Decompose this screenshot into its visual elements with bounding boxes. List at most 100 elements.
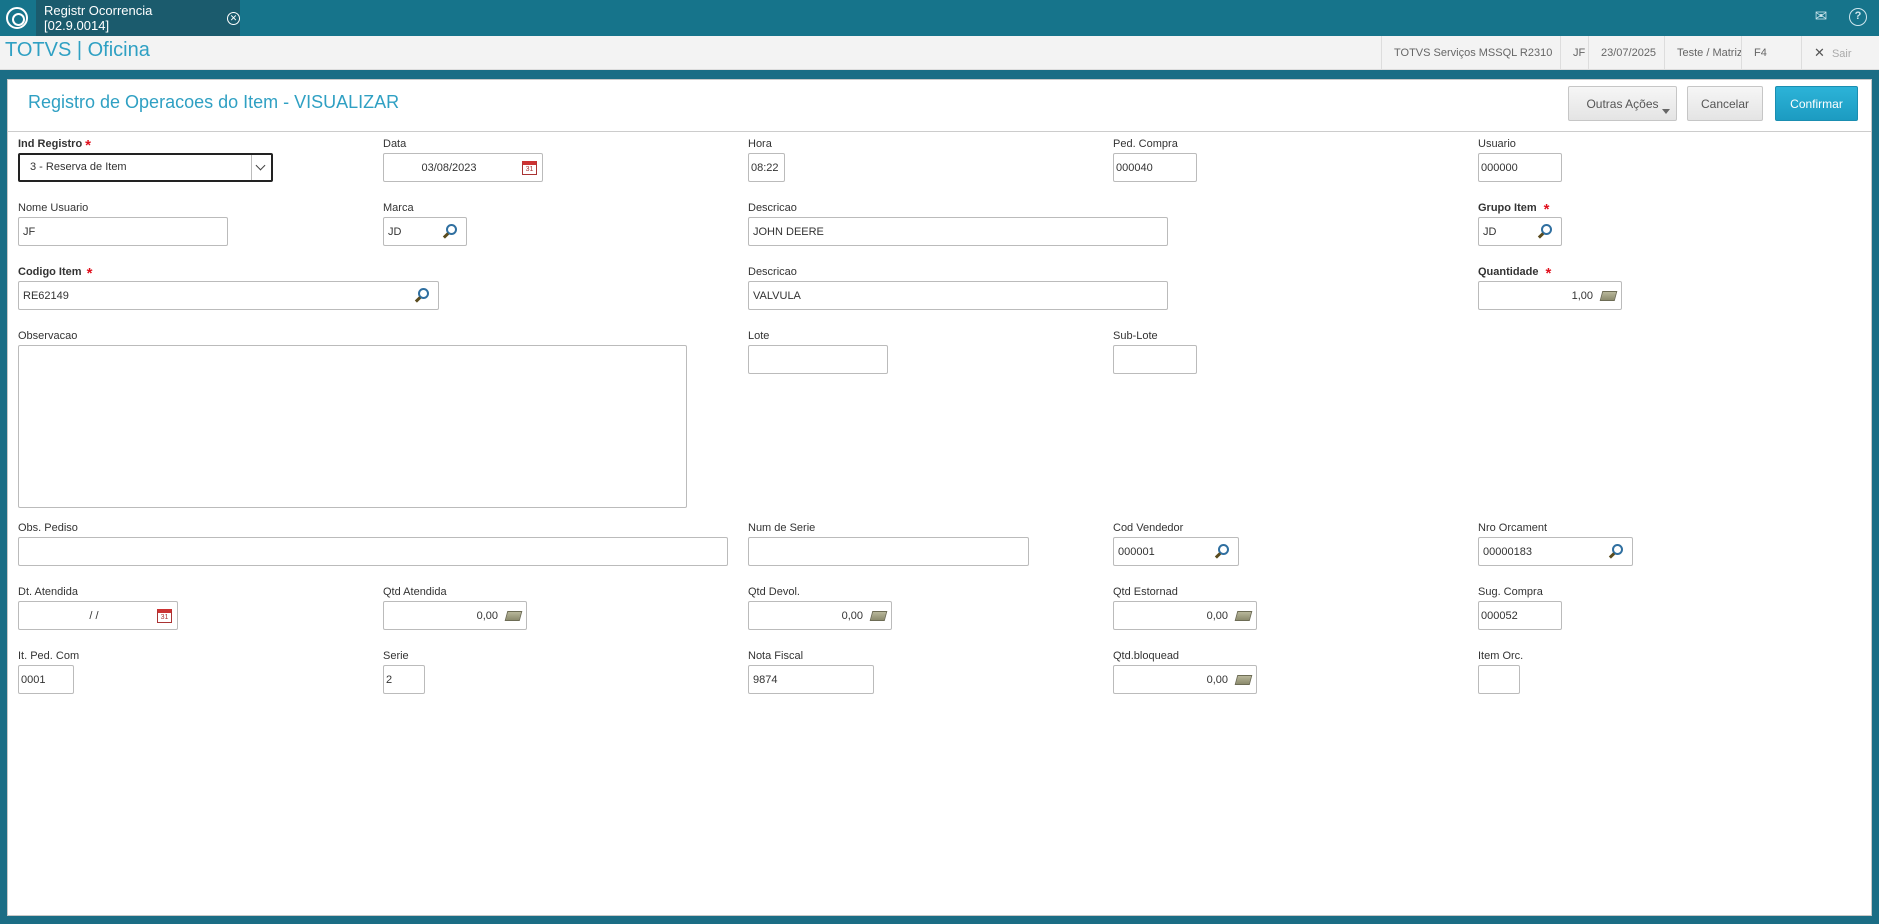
- nome-usuario-field[interactable]: JF: [18, 217, 228, 246]
- quantidade-label: Quantidade *: [1478, 265, 1552, 282]
- descricao-item-value: VALVULA: [753, 290, 801, 302]
- calculator-icon[interactable]: [504, 611, 523, 621]
- confirm-label: Confirmar: [1790, 96, 1843, 111]
- descricao-marca-value: JOHN DEERE: [753, 226, 824, 238]
- usuario-field[interactable]: 000000: [1478, 153, 1562, 182]
- cancel-button[interactable]: Cancelar: [1687, 86, 1763, 121]
- serie-field[interactable]: 2: [383, 665, 425, 694]
- hora-value: 08:22: [751, 162, 779, 174]
- confirm-button[interactable]: Confirmar: [1775, 86, 1858, 121]
- num-serie-field[interactable]: [748, 537, 1029, 566]
- qtd-devol-label: Qtd Devol.: [748, 586, 800, 598]
- chevron-down-icon: [1662, 109, 1670, 114]
- hora-field[interactable]: 08:22: [748, 153, 785, 182]
- sug-compra-label: Sug. Compra: [1478, 586, 1543, 598]
- cod-vendedor-field[interactable]: 000001: [1113, 537, 1239, 566]
- ped-compra-field[interactable]: 000040: [1113, 153, 1197, 182]
- observacao-label: Observacao: [18, 330, 78, 342]
- qtd-estornad-label: Qtd Estornad: [1113, 586, 1178, 598]
- ped-compra-value: 000040: [1116, 162, 1153, 174]
- qtd-atendida-value: 0,00: [476, 610, 498, 622]
- usuario-value: 000000: [1481, 162, 1518, 174]
- page-title: Registro de Operacoes do Item - VISUALIZ…: [28, 92, 400, 112]
- cod-vendedor-label: Cod Vendedor: [1113, 522, 1184, 534]
- serie-value: 2: [386, 674, 393, 686]
- grupo-item-field[interactable]: JD: [1478, 217, 1562, 246]
- descricao-item-label: Descricao: [748, 266, 797, 278]
- data-label: Data: [383, 138, 407, 150]
- nome-usuario-value: JF: [23, 226, 36, 238]
- codigo-item-label: Codigo Item *: [18, 265, 93, 282]
- item-orc-label: Item Orc.: [1478, 650, 1524, 662]
- cod-vendedor-value: 000001: [1118, 546, 1155, 558]
- grupo-item-label: Grupo Item *: [1478, 201, 1550, 218]
- environment-info: TOTVS Serviços MSSQL R2310: [1381, 36, 1564, 70]
- dt-atendida-field[interactable]: / / 31: [18, 601, 178, 630]
- info-bar: TOTVS | Oficina TOTVS Serviços MSSQL R23…: [0, 36, 1879, 70]
- sub-lote-field[interactable]: [1113, 345, 1197, 374]
- it-ped-com-field[interactable]: 0001: [18, 665, 74, 694]
- usuario-label: Usuario: [1478, 138, 1516, 150]
- descricao-item-field[interactable]: VALVULA: [748, 281, 1168, 310]
- exit-button[interactable]: ✕ Sair: [1801, 36, 1879, 70]
- descricao-marca-field[interactable]: JOHN DEERE: [748, 217, 1168, 246]
- marca-value: JD: [388, 226, 402, 238]
- other-actions-button[interactable]: Outras Ações: [1568, 86, 1677, 121]
- serie-label: Serie: [383, 650, 409, 662]
- nota-fiscal-field[interactable]: 9874: [748, 665, 874, 694]
- qtd-estornad-value: 0,00: [1206, 610, 1228, 622]
- search-icon[interactable]: [1218, 544, 1229, 555]
- nro-orcament-field[interactable]: 00000183: [1478, 537, 1633, 566]
- search-icon[interactable]: [418, 288, 429, 299]
- qtd-devol-value: 0,00: [841, 610, 863, 622]
- chevron-down-icon[interactable]: [251, 155, 271, 180]
- data-value: 03/08/2023: [421, 162, 477, 174]
- dt-atendida-label: Dt. Atendida: [18, 586, 78, 598]
- mail-icon[interactable]: ✉: [1812, 8, 1830, 26]
- qtd-estornad-field[interactable]: 0,00: [1113, 601, 1257, 630]
- marca-field[interactable]: JD: [383, 217, 467, 246]
- calendar-icon[interactable]: 31: [522, 161, 537, 175]
- search-icon[interactable]: [1541, 224, 1552, 235]
- tab-label: Registr Ocorrencia [02.9.0014]: [44, 3, 153, 33]
- lote-label: Lote: [748, 330, 770, 342]
- observacao-textarea[interactable]: [18, 345, 687, 508]
- qtd-devol-field[interactable]: 0,00: [748, 601, 892, 630]
- qtd-bloquead-field[interactable]: 0,00: [1113, 665, 1257, 694]
- form-header: Registro de Operacoes do Item - VISUALIZ…: [8, 80, 1871, 132]
- app-title: TOTVS | Oficina: [5, 39, 150, 61]
- it-ped-com-value: 0001: [21, 674, 46, 686]
- other-actions-label: Outras Ações: [1586, 96, 1659, 111]
- tab-registr-ocorrencia[interactable]: Registr Ocorrencia [02.9.0014] ✕: [36, 0, 240, 36]
- calculator-icon[interactable]: [1599, 291, 1618, 301]
- grupo-item-value: JD: [1483, 226, 1497, 238]
- lote-field[interactable]: [748, 345, 888, 374]
- app-window: Registr Ocorrencia [02.9.0014] ✕ ✉ ? TOT…: [0, 0, 1879, 924]
- close-tab-icon[interactable]: ✕: [227, 11, 240, 25]
- calculator-icon[interactable]: [1234, 611, 1253, 621]
- f4-shortcut[interactable]: F4: [1741, 36, 1783, 70]
- sug-compra-field[interactable]: 000052: [1478, 601, 1562, 630]
- sug-compra-value: 000052: [1481, 610, 1518, 622]
- qtd-atendida-field[interactable]: 0,00: [383, 601, 527, 630]
- nro-orcament-value: 00000183: [1483, 546, 1532, 558]
- item-orc-field[interactable]: [1478, 665, 1520, 694]
- calculator-icon[interactable]: [1234, 675, 1253, 685]
- search-icon[interactable]: [446, 224, 457, 235]
- ind-registro-select[interactable]: 3 - Reserva de Item: [18, 153, 273, 182]
- quantidade-value: 1,00: [1571, 290, 1593, 302]
- nota-fiscal-value: 9874: [753, 674, 778, 686]
- ind-registro-value: 3 - Reserva de Item: [30, 161, 127, 173]
- help-icon[interactable]: ?: [1849, 8, 1867, 26]
- codigo-item-field[interactable]: RE62149: [18, 281, 439, 310]
- nome-usuario-label: Nome Usuario: [18, 202, 89, 214]
- totvs-logo-icon[interactable]: [6, 7, 28, 29]
- obs-pediso-field[interactable]: [18, 537, 728, 566]
- search-icon[interactable]: [1612, 544, 1623, 555]
- quantidade-field[interactable]: 1,00: [1478, 281, 1622, 310]
- calendar-icon[interactable]: 31: [157, 609, 172, 623]
- obs-pediso-label: Obs. Pediso: [18, 522, 78, 534]
- calculator-icon[interactable]: [869, 611, 888, 621]
- data-field[interactable]: 03/08/2023 31: [383, 153, 543, 182]
- qtd-bloquead-value: 0,00: [1206, 674, 1228, 686]
